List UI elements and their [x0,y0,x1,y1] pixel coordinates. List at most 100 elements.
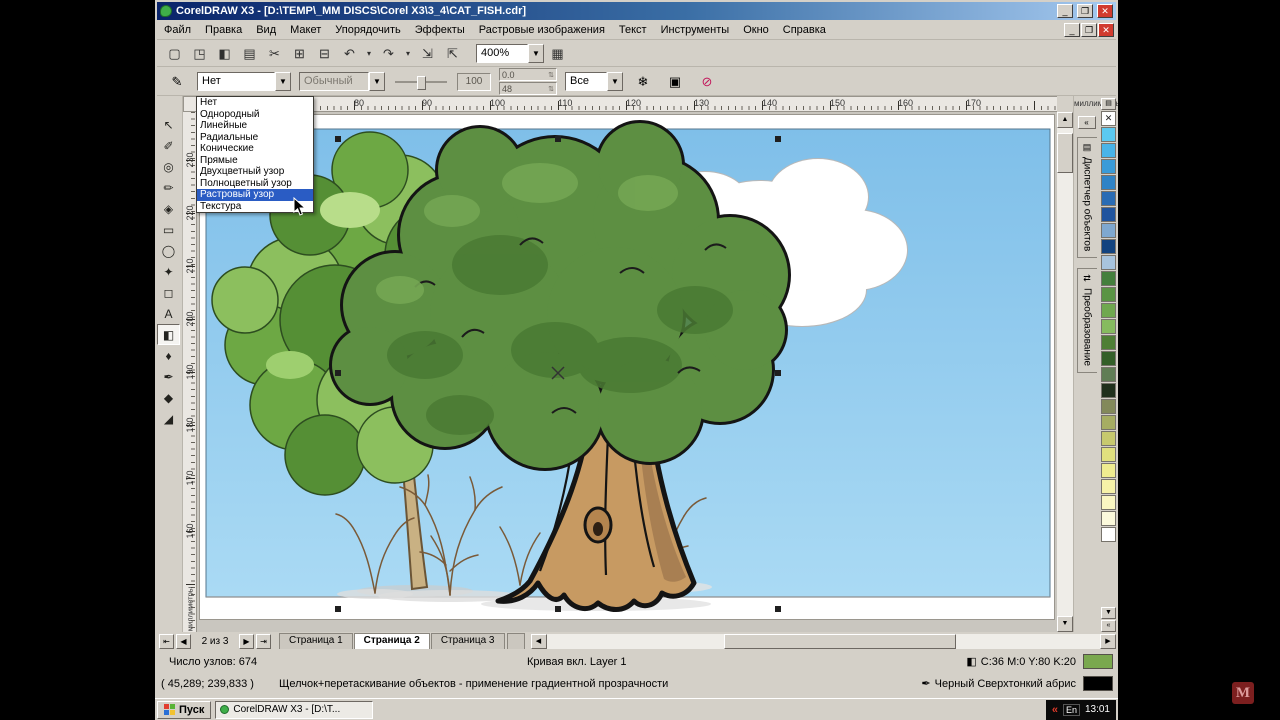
dropdown-item[interactable]: Линейные [197,120,313,132]
zoom-tool[interactable]: ◎ [157,156,180,177]
collapse-dockers-button[interactable]: « [1078,116,1096,129]
menu-item[interactable]: Макет [283,21,328,39]
horizontal-scrollbar[interactable]: ◀ ▶ [531,634,1117,649]
menu-item[interactable]: Вид [249,21,283,39]
horizontal-scroll-track[interactable] [547,634,1101,649]
menu-item[interactable]: Окно [736,21,776,39]
palette-menu-button[interactable]: ▤ [1101,98,1116,110]
vertical-scroll-track[interactable] [1057,128,1073,616]
open-button[interactable]: ◳ [188,43,211,65]
menu-item[interactable]: Справка [776,21,833,39]
first-page-button[interactable]: ⇤ [159,634,174,649]
transparency-amount-field[interactable]: 100 [457,73,491,91]
page-tab[interactable]: Страница 1 [279,633,353,649]
polygon-tool[interactable]: ✦ [157,261,180,282]
page-tab[interactable]: Страница 3 [431,633,505,649]
scroll-up-button[interactable]: ▲ [1057,112,1073,128]
palette-swatch[interactable] [1101,431,1116,446]
dropdown-item[interactable]: Нет [197,97,313,109]
palette-swatch[interactable] [1101,127,1116,142]
zoom-dropdown-arrow[interactable]: ▼ [528,44,544,63]
spinner-icon[interactable]: ⇅ [548,71,554,79]
previous-page-button[interactable]: ◀ [176,634,191,649]
palette-swatch[interactable] [1101,399,1116,414]
zoom-value[interactable]: 400% [476,44,528,63]
export-button[interactable]: ⇱ [441,43,464,65]
freehand-tool[interactable]: ✏ [157,177,180,198]
ruler-origin[interactable] [183,96,197,112]
docker-tab-transformation[interactable]: ⇄ Преобразование [1077,268,1097,373]
eyedropper-tool[interactable]: ♦ [157,345,180,366]
rectangle-tool[interactable]: ▭ [157,219,180,240]
scroll-right-button[interactable]: ▶ [1100,634,1116,649]
vertical-scroll-thumb[interactable] [1057,133,1073,173]
transparency-target-combo[interactable]: Все ▼ [565,72,623,91]
copy-transparency-button[interactable]: ▣ [663,71,687,93]
menu-item[interactable]: Инструменты [654,21,737,39]
no-color-swatch[interactable]: ✕ [1101,111,1116,126]
fill-color-swatch[interactable] [1083,654,1113,669]
transparency-angle-field[interactable]: 0.0 ⇅ [499,68,557,81]
new-button[interactable]: ▢ [163,43,186,65]
transparency-type-combo[interactable]: Нет ▼ [197,72,291,91]
transparency-edge-field[interactable]: 48 ⇅ [499,82,557,95]
copy-button[interactable]: ⊞ [288,43,311,65]
redo-dropdown[interactable]: ▾ [402,43,414,65]
edit-transparency-button[interactable]: ✎ [165,71,189,93]
close-button[interactable]: ✕ [1097,4,1113,18]
redo-button[interactable]: ↷ [377,43,400,65]
outline-tool[interactable]: ✒ [157,366,180,387]
scroll-down-button[interactable]: ▼ [1057,616,1073,632]
undo-button[interactable]: ↶ [338,43,361,65]
palette-swatch[interactable] [1101,511,1116,526]
interactive-fill-tool[interactable]: ◢ [157,408,180,429]
basic-shapes-tool[interactable]: ◻ [157,282,180,303]
menu-item[interactable]: Упорядочить [328,21,407,39]
pick-tool[interactable]: ↖ [157,114,180,135]
tray-chevron[interactable]: « [1052,704,1058,716]
dropdown-item[interactable]: Радиальные [197,132,313,144]
palette-swatch[interactable] [1101,191,1116,206]
transparency-type-value[interactable]: Нет [197,72,275,91]
palette-expand-button[interactable]: « [1101,620,1116,632]
dropdown-item[interactable]: Прямые [197,155,313,167]
palette-swatch[interactable] [1101,239,1116,254]
palette-swatch[interactable] [1101,367,1116,382]
palette-swatch[interactable] [1101,319,1116,334]
transparency-target-value[interactable]: Все [565,72,607,91]
undo-dropdown[interactable]: ▾ [363,43,375,65]
new-page-tab[interactable] [507,633,525,649]
next-page-button[interactable]: ▶ [239,634,254,649]
horizontal-scroll-thumb[interactable] [724,634,956,649]
palette-swatch[interactable] [1101,495,1116,510]
drawing-page[interactable] [199,114,1055,620]
menu-item[interactable]: Растровые изображения [472,21,612,39]
mdi-restore-button[interactable]: ❐ [1081,23,1097,37]
vertical-ruler[interactable]: 230220210200190180170160 [183,112,197,632]
transparency-operation-arrow[interactable]: ▼ [369,72,385,91]
dropdown-item[interactable]: Двухцветный узор [197,166,313,178]
palette-swatch[interactable] [1101,527,1116,542]
taskbar-app-button[interactable]: CorelDRAW X3 - [D:\T... [215,701,373,719]
palette-swatch[interactable] [1101,143,1116,158]
ellipse-tool[interactable]: ◯ [157,240,180,261]
zoom-combo[interactable]: 400% ▼ [476,44,544,63]
palette-swatch[interactable] [1101,159,1116,174]
save-button[interactable]: ◧ [213,43,236,65]
scroll-left-button[interactable]: ◀ [531,634,547,649]
transparency-target-arrow[interactable]: ▼ [607,72,623,91]
palette-swatch[interactable] [1101,287,1116,302]
dropdown-item[interactable]: Однородный [197,109,313,121]
smart-fill-tool[interactable]: ◈ [157,198,180,219]
palette-swatch[interactable] [1101,255,1116,270]
clear-transparency-button[interactable]: ⊘ [695,71,719,93]
dropdown-item[interactable]: Конические [197,143,313,155]
print-button[interactable]: ▤ [238,43,261,65]
minimize-button[interactable]: _ [1057,4,1073,18]
palette-swatch[interactable] [1101,271,1116,286]
palette-scroll-down-button[interactable]: ▼ [1101,607,1116,619]
palette-swatch[interactable] [1101,415,1116,430]
mdi-close-button[interactable]: ✕ [1098,23,1114,37]
start-button[interactable]: Пуск [157,701,211,719]
language-indicator[interactable]: En [1063,704,1080,716]
